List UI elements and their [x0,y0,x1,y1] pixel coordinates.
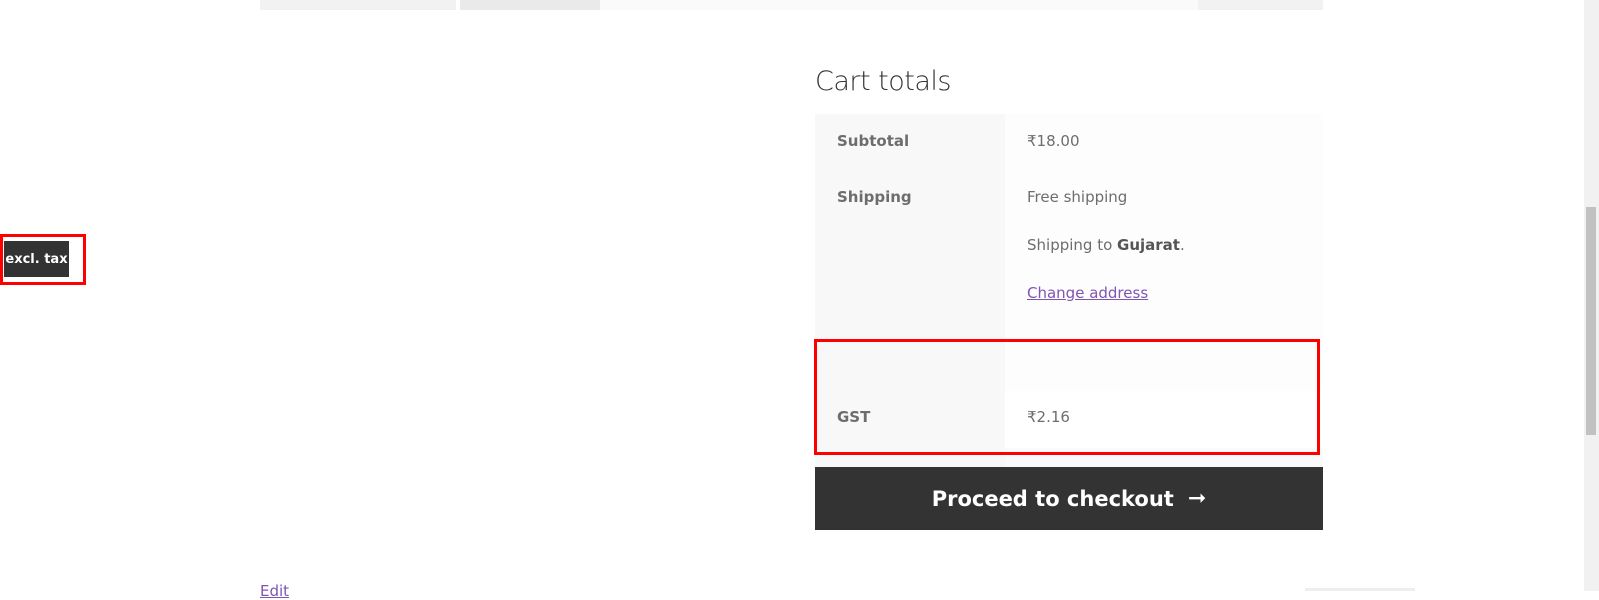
proceed-to-checkout-button[interactable]: Proceed to checkout ➞ [815,467,1323,530]
edit-link[interactable]: Edit [260,582,289,600]
subtotal-row: Subtotal ₹18.00 [815,114,1323,171]
shipping-details: Free shipping Shipping to Gujarat. Chang… [1005,171,1323,391]
scrollbar-thumb[interactable] [1586,207,1596,435]
cart-totals-title: Cart totals [815,66,951,97]
subtotal-label: Subtotal [815,114,1005,171]
excl-tax-badge: excl. tax [4,241,69,277]
shipping-method: Free shipping [1027,188,1128,206]
shipping-destination-state: Gujarat [1117,236,1180,254]
shipping-row: Shipping Free shipping Shipping to Gujar… [815,171,1323,391]
top-table-cell [260,0,456,10]
top-table-cell [460,0,600,10]
arrow-right-icon: ➞ [1187,486,1207,511]
shipping-label: Shipping [815,171,1005,391]
checkout-label: Proceed to checkout [931,486,1174,511]
gst-row: GST ₹2.16 [815,391,1323,448]
shipping-destination: Shipping to Gujarat. [1027,236,1323,254]
cart-totals-table: Subtotal ₹18.00 Shipping Free shipping S… [815,114,1323,506]
subtotal-value: ₹18.00 [1005,114,1323,171]
top-table-cell [600,0,1198,10]
scrollbar[interactable] [1584,0,1599,591]
top-table-cell [1198,0,1323,10]
shipping-destination-suffix: . [1179,236,1185,254]
change-address-link[interactable]: Change address [1027,284,1148,302]
gst-label: GST [815,391,1005,448]
gst-value: ₹2.16 [1005,391,1323,448]
shipping-destination-prefix: Shipping to [1027,236,1118,254]
